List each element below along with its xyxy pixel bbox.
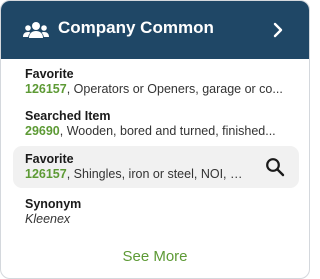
list-item-favorite-1[interactable]: Favorite 126157, Operators or Openers, g… — [13, 65, 299, 99]
item-code: 126157 — [25, 167, 67, 181]
chevron-right-icon[interactable] — [267, 19, 289, 41]
item-description: 126157, Operators or Openers, garage or … — [25, 82, 283, 96]
item-code: 29690 — [25, 124, 60, 138]
list-item-searched[interactable]: Searched Item 29690, Wooden, bored and t… — [13, 107, 299, 141]
item-description: 29690, Wooden, bored and turned, finishe… — [25, 124, 276, 138]
item-subtitle: Kleenex — [25, 212, 71, 226]
group-icon — [23, 19, 49, 41]
company-common-card: Company Common Favorite 126157, Operator… — [0, 0, 310, 279]
see-more-link[interactable]: See More — [1, 248, 309, 265]
card-header[interactable]: Company Common — [1, 1, 309, 59]
list-item-synonym[interactable]: Synonym Kleenex — [13, 195, 299, 229]
list-item-favorite-2[interactable]: Favorite 126157, Shingles, iron or steel… — [13, 146, 299, 188]
search-icon[interactable] — [265, 157, 285, 177]
item-description: 126157, Shingles, iron or steel, NOI, in… — [25, 167, 245, 181]
item-title: Favorite — [25, 67, 74, 81]
item-code: 126157 — [25, 82, 67, 96]
item-title: Synonym — [25, 197, 82, 211]
header-title: Company Common — [58, 18, 214, 37]
item-title: Favorite — [25, 152, 74, 166]
item-title: Searched Item — [25, 109, 111, 123]
